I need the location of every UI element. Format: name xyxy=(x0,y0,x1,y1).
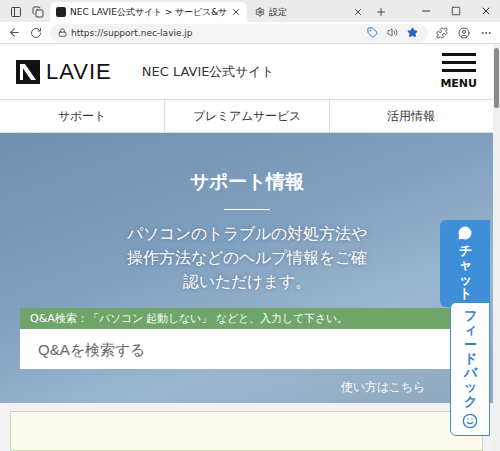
browser-window: NEC LAVIE公式サイト > サービス&サ 設定 https://support… xyxy=(0,0,500,451)
nav-item[interactable]: 活用情報 xyxy=(329,100,493,132)
site-name: NEC LAVIE公式サイト xyxy=(142,63,411,81)
chat-tab[interactable]: チャット xyxy=(440,220,490,307)
tag-icon[interactable] xyxy=(364,25,380,41)
address-bar: https://support.nec-lavie.jp xyxy=(0,22,500,44)
hero-title: サポート情報 xyxy=(190,169,304,195)
maximize-icon[interactable] xyxy=(442,0,470,22)
hamburger-icon xyxy=(442,53,476,56)
hamburger-icon xyxy=(442,61,476,64)
nav-item[interactable]: プレミアムサービス xyxy=(164,100,328,132)
scrollbar-thumb[interactable] xyxy=(494,48,499,108)
menu-label: MENU xyxy=(440,77,477,90)
close-icon[interactable] xyxy=(231,7,241,17)
back-icon[interactable] xyxy=(6,25,22,41)
close-icon[interactable] xyxy=(353,7,363,17)
url-field[interactable]: https://support.nec-lavie.jp xyxy=(50,24,428,42)
smile-icon xyxy=(462,413,478,429)
minimize-icon[interactable] xyxy=(412,0,440,22)
side-tab-label: チャット xyxy=(459,244,472,301)
logo-text: LAVIE xyxy=(46,59,112,85)
hero-description: パソコンのトラブルの対処方法や操作方法などのヘルプ情報をご確認いただけます。 xyxy=(123,222,371,294)
content-area xyxy=(0,403,493,451)
viewport: LAVIE NEC LAVIE公式サイト MENU サポートプレミアムサービス活用情報… xyxy=(0,44,500,451)
hero: サポート情報パソコンのトラブルの対処方法や操作方法などのヘルプ情報をご確認いただ… xyxy=(0,133,493,403)
page: LAVIE NEC LAVIE公式サイト MENU サポートプレミアムサービス活用情報… xyxy=(0,44,493,451)
gear-icon xyxy=(255,7,265,17)
url-text: https://support.nec-lavie.jp xyxy=(71,28,193,38)
close-window-icon[interactable] xyxy=(472,0,500,22)
qa-search: Q&A検索：「パソコン 起動しない」 などと、入力して下さい。 xyxy=(20,308,473,369)
new-tab-icon[interactable] xyxy=(371,2,391,22)
lock-icon xyxy=(58,28,67,37)
nav-item[interactable]: サポート xyxy=(0,100,164,132)
search-input[interactable] xyxy=(20,329,473,369)
info-box xyxy=(10,411,483,451)
hamburger-icon xyxy=(442,69,476,72)
favicon-icon xyxy=(56,7,66,17)
extensions-icon[interactable] xyxy=(434,25,450,41)
logo-icon xyxy=(16,60,40,84)
tab-actions-icon[interactable] xyxy=(28,2,48,22)
star-icon[interactable] xyxy=(404,25,420,41)
tab-strip: NEC LAVIE公式サイト > サービス&サ 設定 xyxy=(0,0,500,22)
browser-tab[interactable]: 設定 xyxy=(249,2,369,22)
reload-icon[interactable] xyxy=(28,25,44,41)
hero-divider xyxy=(224,209,270,210)
more-icon[interactable] xyxy=(478,25,494,41)
scrollbar[interactable] xyxy=(493,44,500,451)
tab-title: 設定 xyxy=(269,6,349,19)
site-header: LAVIE NEC LAVIE公式サイト MENU xyxy=(0,44,493,99)
profile-icon[interactable] xyxy=(456,25,472,41)
read-aloud-icon[interactable] xyxy=(384,25,400,41)
tab-title: NEC LAVIE公式サイト > サービス&サ xyxy=(70,6,227,19)
menu-button[interactable]: MENU xyxy=(440,53,477,90)
feedback-tab[interactable]: フィードバック xyxy=(450,302,490,436)
main-nav: サポートプレミアムサービス活用情報 xyxy=(0,99,493,133)
logo[interactable]: LAVIE xyxy=(16,59,112,85)
browser-tab[interactable]: NEC LAVIE公式サイト > サービス&サ xyxy=(50,2,247,22)
help-link[interactable]: 使い方はこちら xyxy=(341,379,425,396)
side-tab-label: フィードバック xyxy=(464,309,477,409)
search-hint: Q&A検索：「パソコン 起動しない」 などと、入力して下さい。 xyxy=(20,308,473,329)
sidebar-icon[interactable] xyxy=(6,2,26,22)
chat-icon xyxy=(458,226,472,240)
